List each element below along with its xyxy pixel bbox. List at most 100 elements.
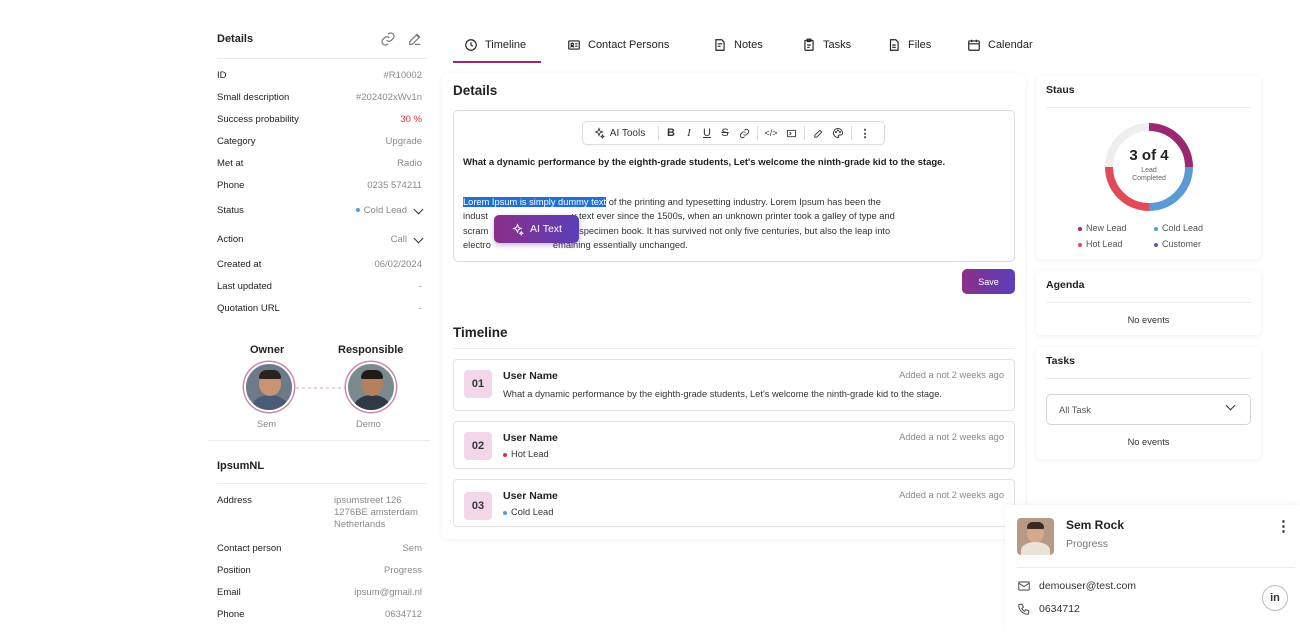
company-position: Position Progress [217,565,422,576]
responsible-name: Demo [356,419,381,429]
palette-icon[interactable] [828,122,848,144]
calendar-icon [968,39,980,51]
timeline-item[interactable]: 02 User Name Added a not 2 weeks ago Hot… [453,421,1015,469]
tab-files[interactable]: Files [887,38,931,52]
contact-card-icon [568,40,580,50]
field-phone: Phone 0235 574211 [217,180,422,191]
legend-customer: Customer [1154,239,1201,249]
company-contact-person: Contact person Sem [217,543,422,554]
link-icon[interactable] [734,122,754,144]
field-id: ID #R10002 [217,70,422,81]
underline-icon[interactable]: U [698,122,716,144]
company-phone: Phone 0634712 [217,609,422,620]
pen-icon[interactable] [808,122,828,144]
legend-cold-lead: Cold Lead [1154,223,1203,233]
contact-phone[interactable]: 0634712 [1017,602,1080,616]
avatar [1017,518,1054,555]
timeline-status: Hot Lead [503,449,549,459]
code-icon[interactable]: </> [761,122,781,144]
field-last-updated: Last updated - [217,281,422,292]
italic-icon[interactable]: I [680,122,698,144]
bold-icon[interactable]: B [662,122,680,144]
company-title: IpsumNL [217,460,265,472]
timeline-title: Timeline [453,325,508,340]
timeline-number: 02 [464,432,492,460]
legend-new-lead: New Lead [1078,223,1127,233]
tab-notes[interactable]: Notes [713,38,763,52]
owner-label: Owner [250,344,285,356]
timeline-number: 01 [464,370,492,398]
editor-title: Details [453,83,498,98]
more-options-icon[interactable]: ⋮ [855,122,875,144]
chevron-down-icon [413,204,424,215]
contact-role: Progress [1066,538,1109,550]
editor-toolbar: AI Tools B I U S </> ⋮ [582,121,885,145]
agenda-empty: No events [1127,315,1170,325]
status-panel-title: Staus [1046,84,1075,96]
embed-icon[interactable] [781,122,801,144]
ai-text-button[interactable]: AI Text [494,215,579,243]
tasks-empty: No events [1127,437,1170,447]
timeline-status: Cold Lead [503,507,553,517]
selected-text: Lorem Ipsum is simply dummy text [463,197,607,207]
link-icon[interactable] [380,31,396,52]
chevron-down-icon [1225,400,1236,411]
linkedin-icon[interactable]: in [1262,585,1288,611]
timeline-number: 03 [464,492,492,520]
more-options-icon[interactable]: ⋮ [1276,517,1291,535]
field-category: Category Upgrade [217,136,422,147]
active-tab-indicator [453,61,541,63]
timeline-user: User Name [503,490,558,502]
status-center-value: 3 of 4 [1129,147,1169,164]
notes-icon [715,39,725,51]
task-filter-select[interactable]: All Task [1046,394,1251,425]
tab-calendar[interactable]: Calendar [967,38,1033,52]
status-dot [503,510,507,515]
legend-hot-lead: Hot Lead [1078,239,1123,249]
connector-line [296,387,346,389]
timeline-item[interactable]: 01 User Name Added a not 2 weeks ago Wha… [453,359,1015,411]
status-center-sub2: Completed [1132,175,1166,182]
timeline-date: Added a not 2 weeks ago [899,490,1004,500]
company-email: Email ipsum@gmail.nl [217,587,422,598]
field-status[interactable]: Status Cold Lead [217,204,424,216]
timeline-date: Added a not 2 weeks ago [899,432,1004,442]
contact-name: Sem Rock [1066,518,1125,532]
sparkle-icon [594,127,605,139]
sparkle-icon [512,222,525,236]
strikethrough-icon[interactable]: S [716,122,734,144]
status-dot [355,208,360,213]
tasks-panel: Tasks All Task No events [1036,347,1261,459]
contact-email[interactable]: demouser@test.com [1017,579,1136,593]
tasks-title: Tasks [1046,355,1075,367]
ai-tools-button[interactable]: AI Tools [583,122,655,144]
timeline-text: What a dynamic performance by the eighth… [503,389,942,399]
timeline-date: Added a not 2 weeks ago [899,370,1004,380]
clock-icon [465,39,477,51]
action-dropdown[interactable]: Call [391,233,424,245]
tab-tasks[interactable]: Tasks [802,38,851,52]
responsible-avatar[interactable] [346,362,396,412]
timeline-item[interactable]: 03 User Name Added a not 2 weeks ago Col… [453,479,1015,527]
avatar [244,362,294,412]
edit-icon[interactable] [407,31,423,52]
agenda-title: Agenda [1046,279,1085,291]
avatar [346,362,396,412]
owner-avatar[interactable] [244,362,294,412]
field-created-at: Created at 06/02/2024 [217,259,422,270]
chevron-down-icon [413,233,424,244]
agenda-panel: Agenda No events [1036,271,1261,335]
clipboard-icon [804,38,814,51]
tab-contact-persons[interactable]: Contact Persons [567,38,669,52]
timeline-user: User Name [503,370,558,382]
company-address: Address ipsumstreet 126 1276BE amsterdam… [217,495,418,530]
status-dot [503,452,507,457]
status-dropdown[interactable]: Cold Lead [355,204,424,216]
save-button[interactable]: Save [962,269,1015,294]
tab-timeline[interactable]: Timeline [464,38,526,52]
field-success-probability: Success probability 30 % [217,114,422,125]
field-quotation-url: Quotation URL - [217,303,422,314]
owner-name: Sem [257,419,277,429]
field-action[interactable]: Action Call [217,233,424,245]
file-icon [889,39,899,51]
